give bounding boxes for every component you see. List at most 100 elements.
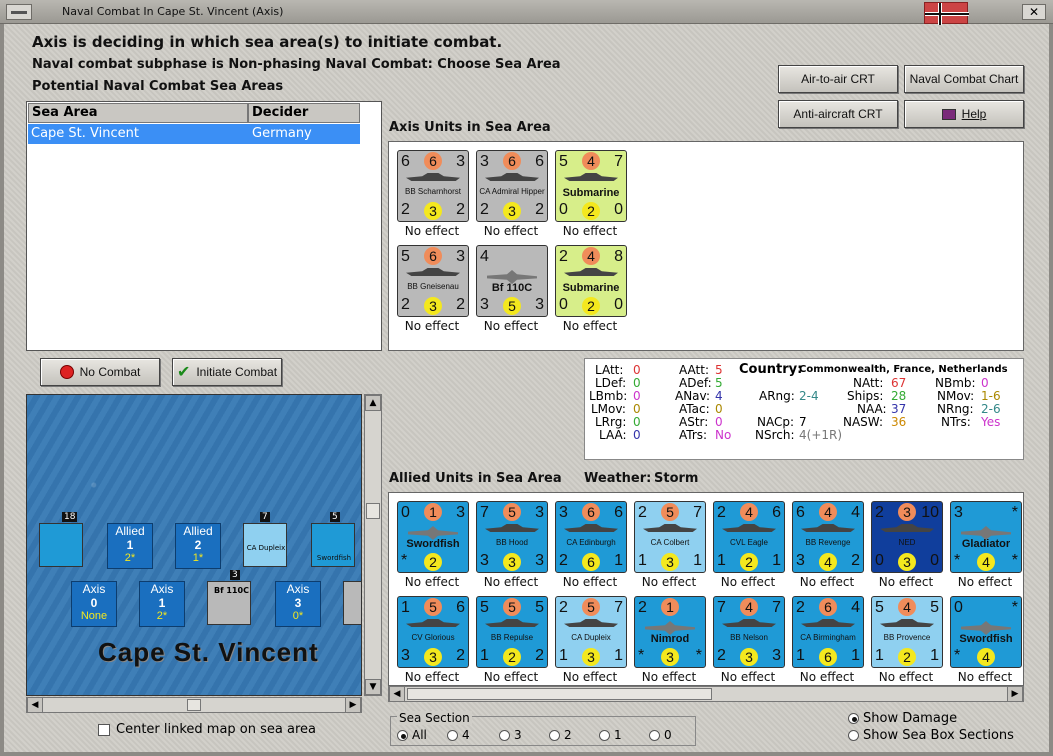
map-horizontal-scrollbar[interactable]: ◀ ▶ xyxy=(26,697,362,713)
unit-counter[interactable]: 2 * * 1 3 Nimrod xyxy=(634,596,706,668)
unit-counter-attack-circle: 4 xyxy=(740,503,758,521)
unit-counter-top-left: 5 xyxy=(401,248,410,265)
map-box-axis-0[interactable]: Axis 0 None xyxy=(71,581,117,627)
map-box-allied-2[interactable]: Allied 2 1* xyxy=(175,523,221,569)
system-menu-button[interactable] xyxy=(6,4,32,20)
allied-stack-counter[interactable]: 18 xyxy=(39,512,83,567)
sea-area-cell: Cape St. Vincent xyxy=(31,126,139,141)
map-box-allied-1[interactable]: Allied 1 2* xyxy=(107,523,153,569)
scroll-thumb[interactable] xyxy=(187,699,201,711)
unit-counter-top-right: 7 xyxy=(614,153,623,170)
map-box-axis-1[interactable]: Axis 1 2* xyxy=(139,581,185,627)
unit-counter[interactable]: 4 3 3 5 Bf 110C xyxy=(476,245,548,317)
sea-section-radio-1[interactable]: 1 xyxy=(599,728,622,742)
scroll-left-arrow-icon[interactable]: ◀ xyxy=(389,686,405,702)
map-vertical-scrollbar[interactable]: ▲ ▼ xyxy=(364,394,382,696)
anti-aircraft-crt-button[interactable]: Anti-aircraft CRT xyxy=(778,100,898,128)
atac-label: ATac: xyxy=(679,402,710,416)
sea-section-radio-4[interactable]: 4 xyxy=(447,728,470,742)
sea-section-radio-3[interactable]: 3 xyxy=(499,728,522,742)
unit-counter-defense-circle: 2 xyxy=(503,648,521,666)
decider-column-header[interactable]: Decider xyxy=(248,103,360,123)
scroll-right-arrow-icon[interactable]: ▶ xyxy=(345,697,361,713)
center-linked-option[interactable]: Center linked map on sea area xyxy=(98,722,316,737)
unit-effect-label: No effect xyxy=(562,670,618,684)
map-counter-bf110c[interactable]: Bf 110C 3 xyxy=(207,570,251,625)
unit-counter-defense-circle: 3 xyxy=(898,553,916,571)
unit-counter[interactable]: 2 4 1 1 6 6 CA Birmingham xyxy=(792,596,864,668)
show-damage-radio[interactable] xyxy=(848,713,859,724)
map-box-axis-3[interactable]: Axis 3 0* xyxy=(275,581,321,627)
scroll-down-arrow-icon[interactable]: ▼ xyxy=(365,679,381,695)
no-combat-button[interactable]: No Combat xyxy=(40,358,160,386)
unit-effect-label: No effect xyxy=(957,575,1013,589)
unit-counter[interactable]: 0 3 * 1 2 Swordfish xyxy=(397,501,469,573)
no-combat-label: No Combat xyxy=(79,365,141,379)
table-row[interactable]: Cape St. Vincent Germany xyxy=(28,124,360,144)
show-sea-box-option[interactable]: Show Sea Box Sections xyxy=(848,728,1014,743)
sea-area-column-header[interactable]: Sea Area xyxy=(28,103,248,123)
unit-counter[interactable]: 6 4 3 2 4 4 BB Revenge xyxy=(792,501,864,573)
unit-counter[interactable]: 6 3 2 2 6 3 BB Scharnhorst xyxy=(397,150,469,222)
unit-counter[interactable]: 2 7 1 1 5 3 CA Colbert xyxy=(634,501,706,573)
scroll-thumb[interactable] xyxy=(366,503,380,519)
unit-counter[interactable]: 5 3 2 2 6 3 BB Gneisenau xyxy=(397,245,469,317)
unit-counter-attack-circle: 6 xyxy=(503,152,521,170)
unit-counter-bottom-left: 2 xyxy=(480,201,489,218)
show-damage-option[interactable]: Show Damage xyxy=(848,711,957,726)
unit-counter-name: Gladiator xyxy=(961,538,1011,550)
unit-counter-name: CA Admiral Hipper xyxy=(479,187,545,196)
unit-counter[interactable]: 2 7 1 1 5 3 CA Dupleix xyxy=(555,596,627,668)
stack-count-badge: 18 xyxy=(62,512,78,522)
map-counter-ca-dupleix[interactable]: CA Dupleix 7 xyxy=(243,512,287,567)
warship-icon xyxy=(564,524,618,532)
unit-counter[interactable]: 3 6 2 1 6 6 CA Edinburgh xyxy=(555,501,627,573)
initiate-combat-button[interactable]: ✔ Initiate Combat xyxy=(172,358,282,386)
sea-section-radio-all[interactable]: All xyxy=(397,728,427,742)
unit-counter-attack-circle: 5 xyxy=(503,503,521,521)
unit-effect-label: No effect xyxy=(483,319,539,333)
unit-counter[interactable]: 7 3 3 3 5 3 BB Hood xyxy=(476,501,548,573)
unit-counter[interactable]: 5 5 1 1 4 2 BB Provence xyxy=(871,596,943,668)
sea-section-radio-0[interactable]: 0 xyxy=(649,728,672,742)
unit-counter-defense-circle: 4 xyxy=(819,553,837,571)
unit-counter[interactable]: 1 6 3 2 5 3 CV Glorious xyxy=(397,596,469,668)
unit-counter[interactable]: 2 6 1 1 4 2 CVL Eagle xyxy=(713,501,785,573)
warship-icon xyxy=(406,173,460,181)
unit-counter[interactable]: 2 10 0 0 3 3 NED xyxy=(871,501,943,573)
scroll-left-arrow-icon[interactable]: ◀ xyxy=(27,697,43,713)
unit-effect-label: No effect xyxy=(562,224,618,238)
unit-counter-bottom-left: 0 xyxy=(875,552,884,569)
unit-counter-defense-circle: 2 xyxy=(740,553,758,571)
unit-counter-name: BB Nelson xyxy=(730,633,768,642)
unit-counter[interactable]: 3 6 2 2 6 3 CA Admiral Hipper xyxy=(476,150,548,222)
map-counter-axis-stack[interactable] xyxy=(343,581,361,625)
scroll-up-arrow-icon[interactable]: ▲ xyxy=(365,395,381,411)
show-sea-box-radio[interactable] xyxy=(848,730,859,741)
arng-label: ARng: xyxy=(759,389,795,403)
help-button[interactable]: Help xyxy=(904,100,1024,128)
unit-counter-top-left: 3 xyxy=(480,153,489,170)
sea-section-radio-2[interactable]: 2 xyxy=(549,728,572,742)
unit-counter[interactable]: 5 7 0 0 4 2 Submarine xyxy=(555,150,627,222)
unit-counter[interactable]: 0 * * 4 Swordfish xyxy=(950,596,1022,668)
allied-units-scrollbar[interactable]: ◀ ▶ xyxy=(388,686,1024,702)
center-linked-checkbox[interactable] xyxy=(98,723,110,736)
naval-combat-chart-button[interactable]: Naval Combat Chart xyxy=(904,65,1024,93)
unit-counter[interactable]: 2 8 0 0 4 2 Submarine xyxy=(555,245,627,317)
unit-counter-attack-circle: 4 xyxy=(582,152,600,170)
map-counter-swordfish[interactable]: Swordfish 5 xyxy=(311,512,355,567)
unit-counter[interactable]: 5 5 1 2 5 2 BB Repulse xyxy=(476,596,548,668)
phase-heading: Axis is deciding in which sea area(s) to… xyxy=(32,33,503,51)
air-to-air-crt-button[interactable]: Air-to-air CRT xyxy=(778,65,898,93)
unit-counter-top-left: 5 xyxy=(480,599,489,616)
warship-icon xyxy=(564,268,618,276)
scroll-thumb[interactable] xyxy=(407,688,712,700)
map-box-side: Axis xyxy=(286,582,310,596)
unit-counter[interactable]: 3 * * * 4 Gladiator xyxy=(950,501,1022,573)
ntrs-value: Yes xyxy=(981,415,1001,429)
close-button[interactable]: ✕ xyxy=(1022,4,1046,20)
unit-counter-top-left: 5 xyxy=(875,599,884,616)
scroll-right-arrow-icon[interactable]: ▶ xyxy=(1007,686,1023,702)
unit-counter[interactable]: 7 7 2 3 4 3 BB Nelson xyxy=(713,596,785,668)
